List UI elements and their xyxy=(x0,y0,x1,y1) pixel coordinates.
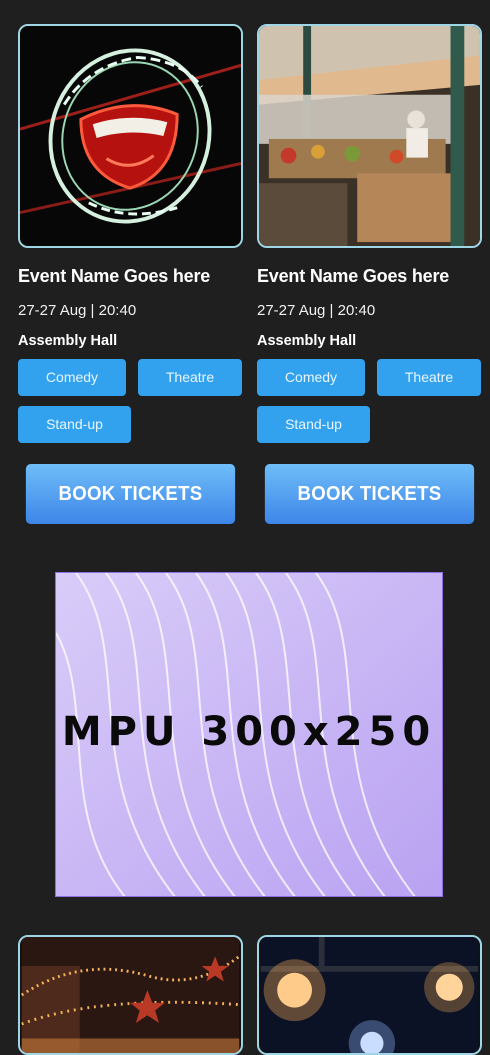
event-image[interactable] xyxy=(18,24,243,248)
stage-lights-image xyxy=(260,937,479,1053)
event-venue: Assembly Hall xyxy=(18,333,118,349)
event-date: 27-27 Aug | 20:40 xyxy=(18,302,137,319)
tag-comedy[interactable]: Comedy xyxy=(18,359,126,396)
event-card: Event Name Goes here 27-27 Aug | 20:40 A… xyxy=(18,24,243,524)
tag-list: Comedy Theatre Stand-up xyxy=(18,359,244,443)
tag-stand-up[interactable]: Stand-up xyxy=(18,406,131,443)
comedy-store-neon-image xyxy=(20,26,241,246)
book-tickets-button[interactable]: BOOK TICKETS xyxy=(25,464,236,524)
event-card: Event Name Goes here 27-27 Aug | 20:40 A… xyxy=(257,24,482,524)
book-tickets-button[interactable]: BOOK TICKETS xyxy=(264,464,475,524)
event-grid-next xyxy=(18,935,482,1055)
mpu-ad[interactable]: MPU 300x250 xyxy=(55,572,443,897)
event-venue: Assembly Hall xyxy=(257,333,357,349)
tag-stand-up[interactable]: Stand-up xyxy=(257,406,370,443)
tag-comedy[interactable]: Comedy xyxy=(257,359,365,396)
event-date: 27-27 Aug | 20:40 xyxy=(257,302,376,319)
tag-list: Comedy Theatre Stand-up xyxy=(257,359,483,443)
event-grid: Event Name Goes here 27-27 Aug | 20:40 A… xyxy=(18,24,482,524)
festive-lights-image xyxy=(20,937,241,1053)
event-title[interactable]: Event Name Goes here xyxy=(257,266,482,287)
tag-theatre[interactable]: Theatre xyxy=(377,359,481,396)
ad-label: MPU 300x250 xyxy=(61,709,437,755)
event-title[interactable]: Event Name Goes here xyxy=(18,266,243,287)
event-image[interactable] xyxy=(18,935,243,1055)
event-card xyxy=(18,935,243,1055)
event-image[interactable] xyxy=(257,24,482,248)
event-card xyxy=(257,935,482,1055)
tag-theatre[interactable]: Theatre xyxy=(138,359,242,396)
market-stall-image xyxy=(259,26,480,246)
event-image[interactable] xyxy=(257,935,482,1055)
